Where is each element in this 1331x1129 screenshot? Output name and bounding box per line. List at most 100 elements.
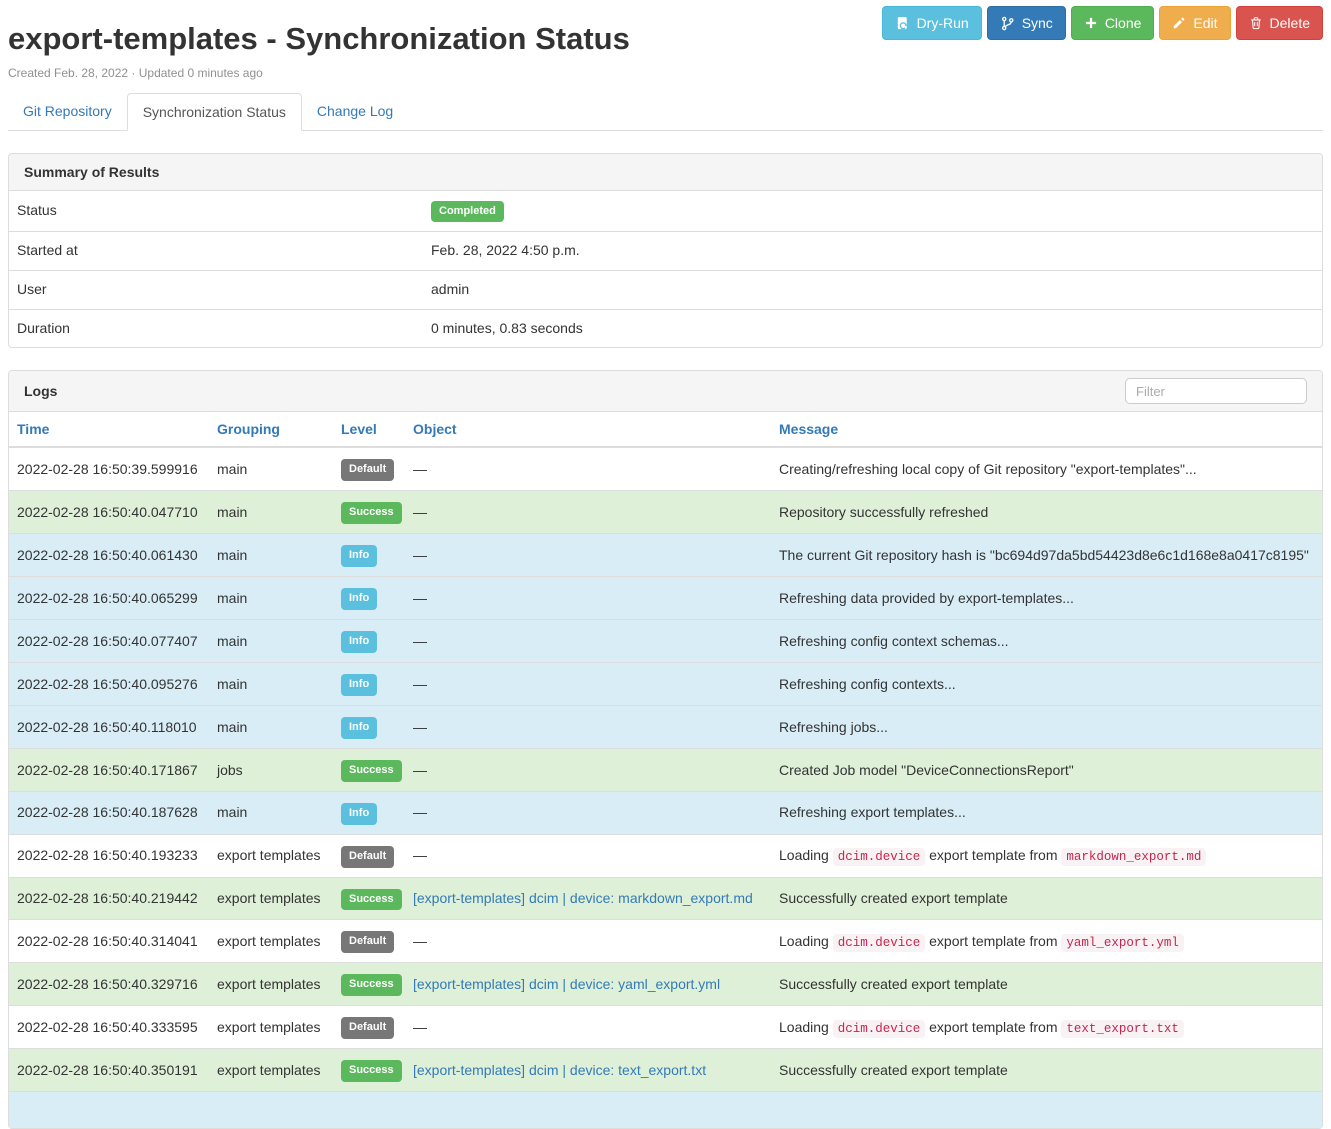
logs-panel-heading: Logs [9, 371, 1322, 412]
summary-label: User [9, 270, 423, 309]
summary-row: Duration0 minutes, 0.83 seconds [9, 309, 1322, 347]
log-level-badge: Success [341, 760, 402, 782]
log-object-link[interactable]: [export-templates] dcim | device: yaml_e… [413, 976, 720, 992]
log-row: 2022-02-28 16:50:40.118010mainInfo—Refre… [9, 705, 1322, 748]
log-message: Refreshing config context schemas... [771, 619, 1322, 662]
log-level: Default [333, 447, 405, 490]
log-row: 2022-02-28 16:50:40.047710mainSuccess—Re… [9, 491, 1322, 534]
log-object-link[interactable]: [export-templates] dcim | device: text_e… [413, 1062, 706, 1078]
log-grouping: export templates [209, 877, 333, 920]
log-row: 2022-02-28 16:50:40.061430mainInfo—The c… [9, 534, 1322, 577]
log-level: Success [333, 1049, 405, 1092]
column-header-object[interactable]: Object [405, 412, 771, 447]
delete-button-label: Delete [1270, 16, 1310, 30]
git-branch-icon [1000, 16, 1015, 31]
log-message: Successfully created export template [771, 963, 1322, 1006]
dry-run-button[interactable]: Dry-Run [882, 6, 982, 40]
log-grouping: main [209, 534, 333, 577]
log-object: — [405, 576, 771, 619]
summary-value: Feb. 28, 2022 4:50 p.m. [423, 232, 1322, 271]
dry-run-icon [895, 16, 910, 31]
log-object: — [405, 705, 771, 748]
log-object: — [405, 920, 771, 963]
clone-button[interactable]: Clone [1071, 6, 1155, 40]
column-header-grouping[interactable]: Grouping [209, 412, 333, 447]
log-time: 2022-02-28 16:50:40.065299 [9, 576, 209, 619]
summary-value: admin [423, 270, 1322, 309]
log-object: — [405, 619, 771, 662]
log-level-badge: Info [341, 674, 377, 696]
logs-panel-title: Logs [24, 383, 57, 399]
log-object: — [405, 662, 771, 705]
inline-code: yaml_export.yml [1061, 934, 1184, 952]
log-grouping: main [209, 447, 333, 490]
log-grouping: export templates [209, 920, 333, 963]
column-header-message[interactable]: Message [771, 412, 1322, 447]
log-level: Info [333, 791, 405, 834]
log-message: Loading dcim.device export template from… [771, 1006, 1322, 1049]
clone-button-label: Clone [1105, 16, 1142, 30]
log-level: Info [333, 619, 405, 662]
log-grouping: main [209, 619, 333, 662]
log-message: Refreshing config contexts... [771, 662, 1322, 705]
log-time: 2022-02-28 16:50:40.219442 [9, 877, 209, 920]
log-object: [export-templates] dcim | device: yaml_e… [405, 963, 771, 1006]
log-row: 2022-02-28 16:50:40.333595export templat… [9, 1006, 1322, 1049]
log-level: Success [333, 491, 405, 534]
log-level: Info [333, 662, 405, 705]
summary-panel: Summary of Results StatusCompletedStarte… [8, 153, 1323, 348]
log-message: Successfully created export template [771, 877, 1322, 920]
log-time: 2022-02-28 16:50:40.314041 [9, 920, 209, 963]
tab-change-log[interactable]: Change Log [302, 93, 408, 130]
log-object: — [405, 447, 771, 490]
log-partial-cell [9, 1092, 1322, 1128]
delete-button[interactable]: Delete [1236, 6, 1323, 40]
tab-synchronization-status[interactable]: Synchronization Status [127, 93, 302, 131]
log-time: 2022-02-28 16:50:40.329716 [9, 963, 209, 1006]
log-level-badge: Info [341, 717, 377, 739]
log-row: 2022-02-28 16:50:40.193233export templat… [9, 834, 1322, 877]
inline-code: dcim.device [833, 848, 926, 866]
log-row: 2022-02-28 16:50:40.095276mainInfo—Refre… [9, 662, 1322, 705]
log-grouping: main [209, 662, 333, 705]
log-object: — [405, 491, 771, 534]
edit-button-label: Edit [1193, 16, 1217, 30]
log-time: 2022-02-28 16:50:40.193233 [9, 834, 209, 877]
log-grouping: jobs [209, 748, 333, 791]
log-level-badge: Info [341, 545, 377, 567]
column-header-level[interactable]: Level [333, 412, 405, 447]
summary-table-body: StatusCompletedStarted atFeb. 28, 2022 4… [9, 191, 1322, 347]
log-object: — [405, 748, 771, 791]
log-time: 2022-02-28 16:50:40.333595 [9, 1006, 209, 1049]
filter-input[interactable] [1125, 378, 1307, 404]
summary-row: StatusCompleted [9, 191, 1322, 232]
log-object: — [405, 1006, 771, 1049]
log-object: — [405, 534, 771, 577]
tab-git-repository[interactable]: Git Repository [8, 93, 127, 130]
log-grouping: main [209, 491, 333, 534]
log-message: Refreshing export templates... [771, 791, 1322, 834]
summary-table: StatusCompletedStarted atFeb. 28, 2022 4… [9, 191, 1322, 347]
log-grouping: main [209, 705, 333, 748]
log-level-badge: Default [341, 1017, 394, 1039]
edit-button[interactable]: Edit [1159, 6, 1230, 40]
log-level-badge: Info [341, 588, 377, 610]
created-updated-text: Created Feb. 28, 2022 · Updated 0 minute… [8, 66, 1323, 80]
log-level-badge: Success [341, 502, 402, 524]
log-object: — [405, 834, 771, 877]
log-object-link[interactable]: [export-templates] dcim | device: markdo… [413, 890, 753, 906]
logs-panel: Logs TimeGroupingLevelObjectMessage 2022… [8, 370, 1323, 1129]
log-message: The current Git repository hash is "bc69… [771, 534, 1322, 577]
log-message: Created Job model "DeviceConnectionsRepo… [771, 748, 1322, 791]
log-row: 2022-02-28 16:50:40.171867jobsSuccess—Cr… [9, 748, 1322, 791]
pencil-icon [1172, 16, 1186, 30]
dry-run-button-label: Dry-Run [917, 16, 969, 30]
log-grouping: export templates [209, 1049, 333, 1092]
log-object: — [405, 791, 771, 834]
summary-row: Started atFeb. 28, 2022 4:50 p.m. [9, 232, 1322, 271]
logs-table-body: 2022-02-28 16:50:39.599916mainDefault—Cr… [9, 447, 1322, 1128]
column-header-time[interactable]: Time [9, 412, 209, 447]
sync-button[interactable]: Sync [987, 6, 1066, 40]
log-level: Default [333, 834, 405, 877]
log-row: 2022-02-28 16:50:39.599916mainDefault—Cr… [9, 447, 1322, 490]
